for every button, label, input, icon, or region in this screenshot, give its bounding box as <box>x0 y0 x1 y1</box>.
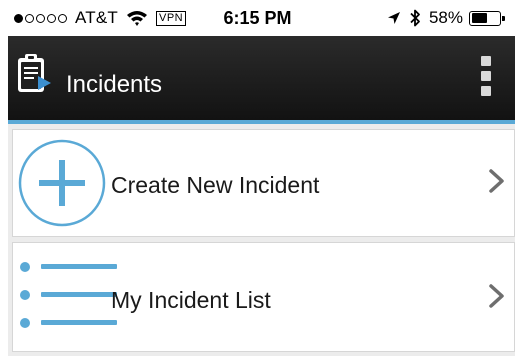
my-incident-list-label: My Incident List <box>111 287 271 313</box>
chevron-right-icon <box>489 284 504 308</box>
page-title: Incidents <box>66 71 163 98</box>
menu-dot <box>481 86 491 96</box>
menu-dot <box>481 71 491 81</box>
battery-icon <box>469 10 505 26</box>
my-incident-list-row[interactable]: My Incident List <box>12 242 515 352</box>
battery-percentage: 58% <box>428 8 463 27</box>
battery-cap <box>502 15 505 21</box>
incident-menu-list: Create New Incident My Incident List <box>8 124 515 356</box>
clipboard-icon <box>18 54 51 92</box>
overflow-menu-button[interactable] <box>479 56 493 96</box>
list-icon <box>20 262 117 328</box>
create-new-incident-label: Create New Incident <box>111 172 320 198</box>
app-header: Incidents <box>8 36 515 120</box>
status-bar-right: 58% <box>387 8 505 28</box>
create-new-incident-row[interactable]: Create New Incident <box>12 129 515 237</box>
bluetooth-icon <box>410 9 420 27</box>
battery-level <box>471 13 487 23</box>
status-bar: AT&T VPN 6:15 PM 58% <box>0 0 515 36</box>
chevron-right-icon <box>489 169 504 193</box>
plus-circle-icon <box>18 139 106 227</box>
location-arrow-icon <box>387 12 400 24</box>
menu-dot <box>481 56 491 66</box>
